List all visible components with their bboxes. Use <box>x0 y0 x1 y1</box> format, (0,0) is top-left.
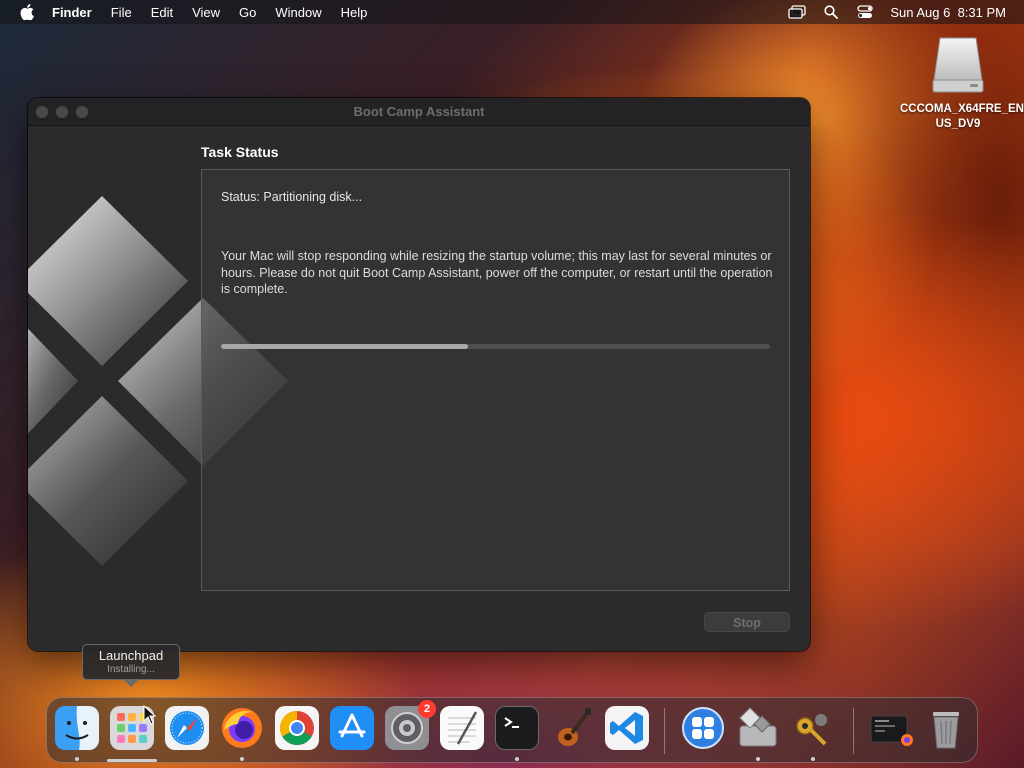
vscode-icon[interactable] <box>605 706 649 750</box>
menu-bar: Finder File Edit View Go Window Help Sun… <box>0 0 1024 24</box>
progress-fill <box>221 344 469 349</box>
finder-running-dot <box>75 757 79 761</box>
system-settings-icon[interactable]: 2 <box>385 700 436 750</box>
menu-clock[interactable]: Sun Aug 6 8:31 PM <box>890 5 1006 20</box>
external-drive-icon <box>930 36 986 94</box>
garageband-icon[interactable] <box>550 706 594 750</box>
launchpad-install-progress <box>107 759 157 762</box>
firefox-running-dot <box>240 757 244 761</box>
stop-button[interactable]: Stop <box>704 612 790 632</box>
window-titlebar[interactable]: Boot Camp Assistant <box>28 98 810 126</box>
progress-bar <box>221 344 770 349</box>
mouse-cursor-icon <box>143 704 157 725</box>
tooltip-arrow <box>124 680 138 687</box>
dock-separator <box>664 708 665 754</box>
finder-icon[interactable] <box>55 706 99 750</box>
menu-edit[interactable]: Edit <box>151 5 173 20</box>
tooltip-title: Launchpad <box>98 648 164 663</box>
drive-label: CCCOMA_X64FRE_EN-US_DV9 <box>900 103 1024 130</box>
dock-tooltip: Launchpad Installing... <box>82 644 180 680</box>
terminal-running-dot <box>515 757 519 761</box>
menu-help[interactable]: Help <box>341 5 368 20</box>
dock-separator-2 <box>853 708 854 754</box>
menu-app-name[interactable]: Finder <box>52 5 92 20</box>
boot-camp-running-dot <box>756 757 760 761</box>
boot-camp-window: Boot Camp Assistant Task Status Status: <box>28 98 810 651</box>
textedit-icon[interactable] <box>440 706 484 750</box>
window-title: Boot Camp Assistant <box>353 104 485 119</box>
spotlight-search-icon[interactable] <box>822 5 840 19</box>
notification-badge: 2 <box>418 700 436 718</box>
downloads-stack-icon[interactable] <box>869 706 913 750</box>
screen-mirroring-icon[interactable] <box>788 5 807 19</box>
dock: 2 <box>46 697 978 763</box>
keychain-running-dot <box>811 757 815 761</box>
status-message: Your Mac will stop responding while resi… <box>221 249 773 296</box>
trash-icon[interactable] <box>924 706 968 750</box>
status-text: Status: Partitioning disk... <box>221 190 363 204</box>
safari-icon[interactable] <box>165 706 209 750</box>
chrome-icon[interactable] <box>275 706 319 750</box>
menu-window[interactable]: Window <box>275 5 321 20</box>
firefox-icon[interactable] <box>220 706 264 750</box>
task-status-heading: Task Status <box>201 144 279 160</box>
tooltip-subtitle: Installing... <box>107 664 155 675</box>
terminal-icon[interactable] <box>495 706 539 750</box>
boot-camp-assistant-icon[interactable] <box>736 706 780 750</box>
parallels-icon[interactable] <box>681 706 725 750</box>
desktop-drive[interactable]: CCCOMA_X64FRE_EN-US_DV9 <box>900 36 1024 132</box>
control-center-icon[interactable] <box>856 5 874 19</box>
apple-logo-icon[interactable] <box>18 3 36 21</box>
menu-go[interactable]: Go <box>239 5 256 20</box>
app-store-icon[interactable] <box>330 706 374 750</box>
status-panel: Status: Partitioning disk... Your Mac wi… <box>201 169 790 591</box>
menu-file[interactable]: File <box>111 5 132 20</box>
keychain-access-icon[interactable] <box>791 706 835 750</box>
menu-view[interactable]: View <box>192 5 220 20</box>
